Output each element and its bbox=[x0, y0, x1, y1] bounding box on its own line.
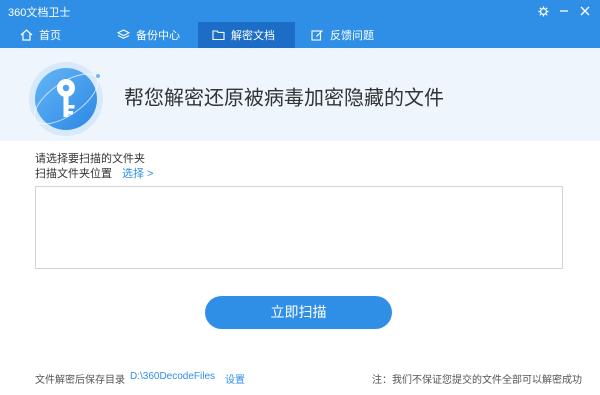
save-dir-label: 文件解密后保存目录 bbox=[35, 375, 125, 386]
tab-label: 反馈问题 bbox=[330, 30, 374, 42]
tab-decrypt-docs[interactable]: 解密文档 bbox=[198, 22, 295, 48]
settings-link[interactable]: 设置 bbox=[225, 371, 245, 386]
nav-bar: 首页 备份中心 解密文档 反馈问题 bbox=[0, 22, 600, 48]
tab-label: 解密文档 bbox=[231, 30, 275, 42]
app-title: 360文档卫士 bbox=[8, 7, 71, 19]
tab-feedback[interactable]: 反馈问题 bbox=[297, 22, 391, 48]
select-folder-link[interactable]: 选择 > bbox=[122, 165, 153, 181]
tab-home[interactable]: 首页 bbox=[6, 22, 92, 48]
title-bar: 360文档卫士 bbox=[0, 0, 600, 22]
scan-section-label: 请选择要扫描的文件夹 bbox=[35, 153, 145, 165]
key-icon bbox=[29, 62, 103, 136]
folder-icon bbox=[212, 29, 225, 41]
tab-label: 备份中心 bbox=[136, 30, 180, 42]
gear-icon[interactable] bbox=[534, 2, 552, 20]
banner: 帮您解密还原被病毒加密隐藏的文件 bbox=[0, 48, 600, 141]
banner-title: 帮您解密还原被病毒加密隐藏的文件 bbox=[124, 87, 444, 110]
footer: 文件解密后保存目录 D:\360DecodeFiles 设置 注：我们不保证您提… bbox=[0, 363, 600, 389]
scan-now-button[interactable]: 立即扫描 bbox=[205, 296, 392, 329]
scan-location-label: 扫描文件夹位置 bbox=[35, 168, 112, 180]
minimize-icon[interactable] bbox=[555, 2, 573, 20]
tab-label: 首页 bbox=[39, 30, 61, 42]
save-dir-path[interactable]: D:\360DecodeFiles bbox=[130, 371, 215, 382]
scan-location-row: 扫描文件夹位置 选择 > bbox=[35, 165, 153, 181]
tab-backup-center[interactable]: 备份中心 bbox=[103, 22, 197, 48]
edit-icon bbox=[311, 29, 324, 41]
close-icon[interactable] bbox=[576, 2, 594, 20]
decrypt-notice: 注：我们不保证您提交的文件全部可以解密成功 bbox=[372, 375, 582, 386]
layers-icon bbox=[117, 29, 130, 41]
home-icon bbox=[20, 29, 33, 41]
folder-list-box[interactable] bbox=[35, 186, 563, 269]
